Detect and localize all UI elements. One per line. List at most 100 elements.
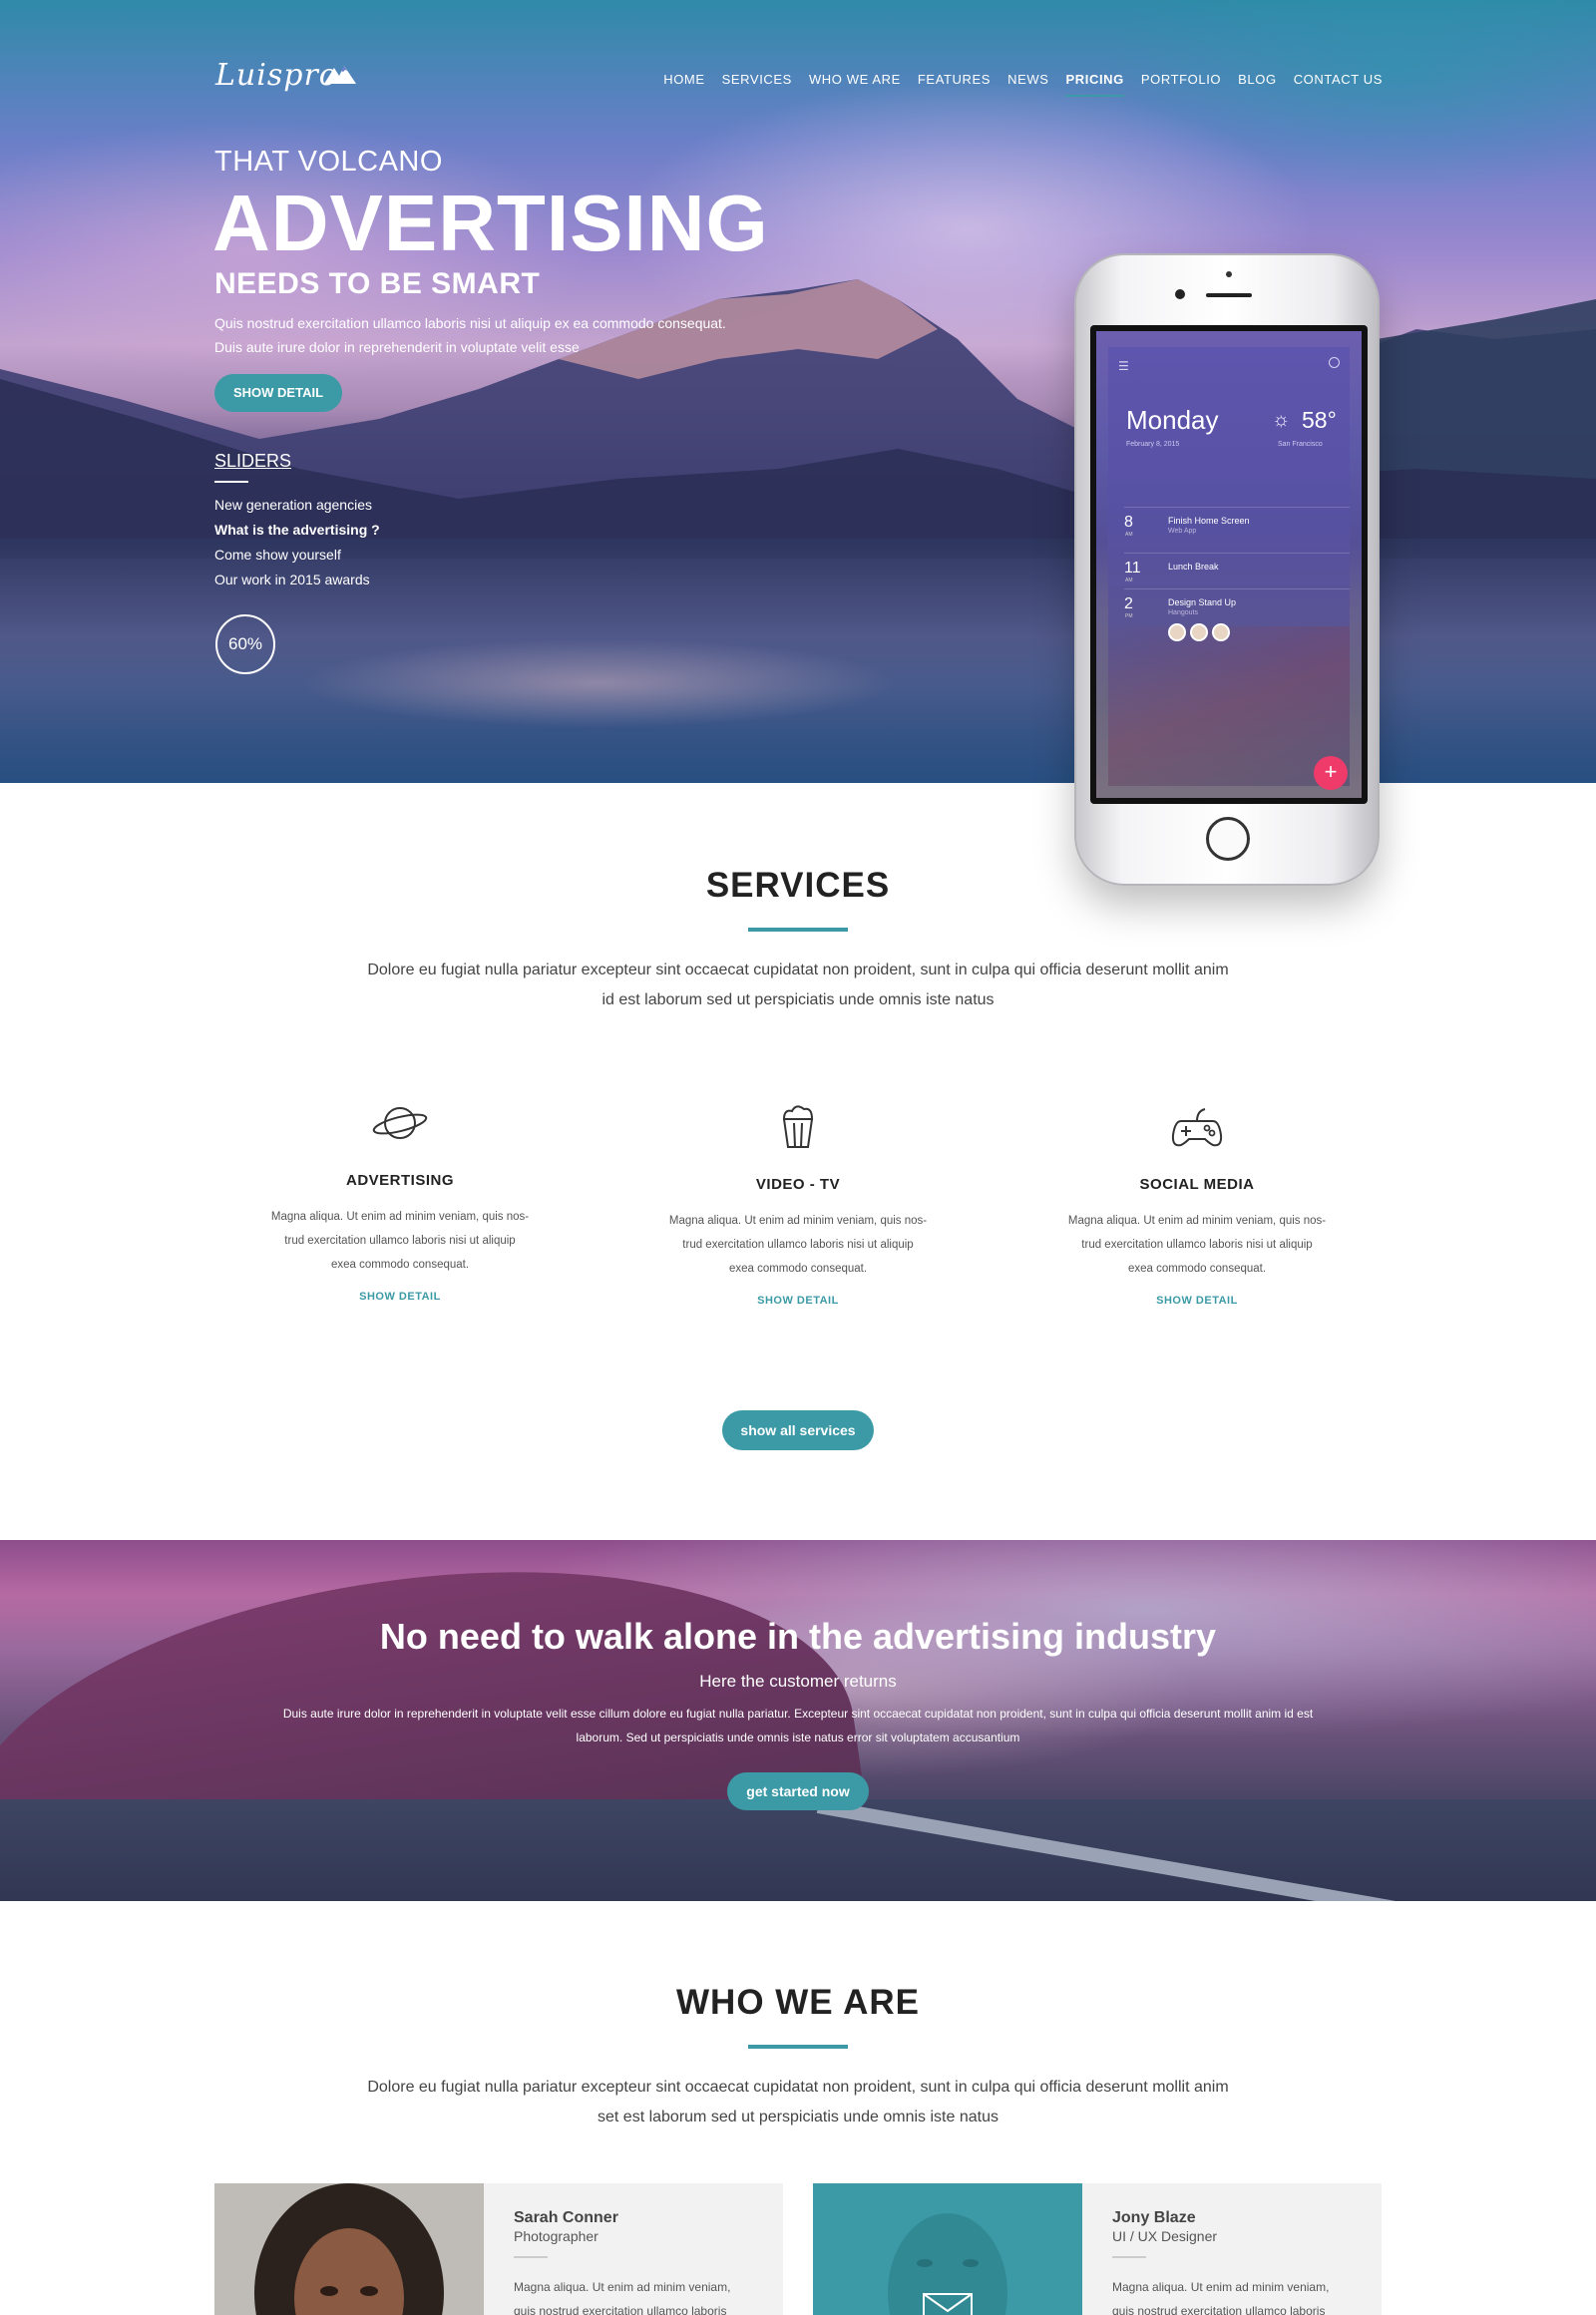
phone-camera [1175, 289, 1185, 299]
nav-features[interactable]: FEATURES [918, 72, 991, 97]
show-detail-button[interactable]: SHOW DETAIL [214, 374, 342, 412]
member-bio-line: quis nostrud exercitation ullamco labori… [1112, 2304, 1326, 2315]
member-bio-line: quis nostrud exercitation ullamco labori… [514, 2304, 727, 2315]
service-title: VIDEO - TV [755, 1176, 841, 1193]
team-card[interactable]: Jony Blaze UI / UX Designer Magna aliqua… [813, 2183, 1382, 2315]
services-text-line: id est laborum sed ut perspiciatis unde … [601, 991, 995, 1008]
banner-text-line: Duis aute irure dolor in reprehenderit i… [282, 1707, 1314, 1721]
title-underline [748, 2045, 848, 2049]
weather-date: February 8, 2015 [1126, 441, 1180, 448]
nav-blog[interactable]: BLOG [1238, 72, 1277, 97]
banner-text-line: laborum. Sed ut perspiciatis unde omnis … [576, 1731, 1020, 1744]
slider-list: New generation agencies What is the adve… [214, 493, 380, 592]
phone-screen: ☰ Monday February 8, 2015 ☼ 58° San Fran… [1090, 325, 1368, 804]
who-we-are-text: Dolore eu fugiat nulla pariatur excepteu… [319, 2073, 1277, 2132]
service-card-advertising: ADVERTISING Magna aliqua. Ut enim ad min… [240, 1097, 560, 1303]
phone-screen-content: ☰ Monday February 8, 2015 ☼ 58° San Fran… [1096, 331, 1362, 798]
service-text-line: Magna aliqua. Ut enim ad minim veniam, q… [668, 1215, 928, 1227]
mountain-icon [324, 66, 356, 84]
phone-mockup: ☰ Monday February 8, 2015 ☼ 58° San Fran… [1074, 253, 1380, 886]
service-text-line: exea commodo consequat. [728, 1263, 868, 1275]
banner-road [0, 1799, 1596, 1901]
service-card-video-tv: VIDEO - TV Magna aliqua. Ut enim ad mini… [638, 1101, 958, 1307]
avatar [1212, 623, 1230, 641]
avatar [1168, 623, 1186, 641]
service-text: Magna aliqua. Ut enim ad minim veniam, q… [240, 1205, 560, 1277]
add-button[interactable]: + [1314, 756, 1348, 790]
progress-circle: 60% [215, 614, 275, 674]
member-photo [214, 2183, 484, 2315]
get-started-button[interactable]: get started now [727, 1772, 869, 1810]
service-title: ADVERTISING [345, 1172, 454, 1189]
mail-icon[interactable] [923, 2293, 973, 2315]
weather-card: ☰ Monday February 8, 2015 ☼ 58° San Fran… [1108, 347, 1350, 790]
member-bio-line: Magna aliqua. Ut enim ad minim veniam, [514, 2280, 731, 2294]
phone-home-button [1206, 817, 1250, 861]
service-text-line: Magna aliqua. Ut enim ad minim veniam, q… [1067, 1215, 1327, 1227]
weather-city: San Francisco [1278, 441, 1323, 448]
slider-item-active[interactable]: What is the advertising ? [214, 518, 380, 543]
weather-temp: 58° [1302, 407, 1337, 433]
banner-subtitle: Here the customer returns [699, 1672, 897, 1691]
member-name: Jony Blaze [1112, 2209, 1196, 2226]
service-text-line: trud exercitation ullamco laboris nisi u… [682, 1239, 914, 1251]
service-text-line: exea commodo consequat. [1127, 1263, 1267, 1275]
service-text-line: exea commodo consequat. [330, 1259, 470, 1271]
service-title: SOCIAL MEDIA [1139, 1176, 1255, 1193]
member-role: Photographer [514, 2228, 598, 2244]
menu-icon: ☰ [1118, 359, 1129, 373]
show-all-services-button[interactable]: show all services [722, 1410, 874, 1450]
event-ampm: AM [1125, 532, 1133, 538]
slider-item[interactable]: Come show yourself [214, 543, 380, 568]
hero-text-line: Duis aute irure dolor in reprehenderit i… [214, 339, 580, 355]
planet-icon [372, 1107, 428, 1139]
nav-portfolio[interactable]: PORTFOLIO [1141, 72, 1221, 97]
divider [514, 2256, 548, 2258]
team-card[interactable]: Sarah Conner Photographer Magna aliqua. … [214, 2183, 783, 2315]
member-name: Sarah Conner [514, 2209, 618, 2226]
nav-pricing[interactable]: PRICING [1065, 72, 1125, 97]
show-detail-link[interactable]: SHOW DETAIL [1037, 1295, 1357, 1307]
services-text-line: Dolore eu fugiat nulla pariatur excepteu… [367, 962, 1229, 978]
hero-text: Quis nostrud exercitation ullamco labori… [214, 311, 813, 359]
event-row: 11 AM Lunch Break [1124, 553, 1350, 588]
hero-title: ADVERTISING [212, 179, 769, 267]
banner-text: Duis aute irure dolor in reprehenderit i… [214, 1702, 1382, 1749]
member-bio: Magna aliqua. Ut enim ad minim veniam, q… [514, 2275, 758, 2315]
who-text-line: Dolore eu fugiat nulla pariatur excepteu… [367, 2079, 1229, 2096]
event-title: Lunch Break [1168, 562, 1219, 572]
show-detail-link[interactable]: SHOW DETAIL [240, 1291, 560, 1303]
member-bio-line: Magna aliqua. Ut enim ad minim veniam, [1112, 2280, 1330, 2294]
slider-item[interactable]: New generation agencies [214, 493, 380, 518]
nav-home[interactable]: HOME [663, 72, 704, 97]
service-text: Magna aliqua. Ut enim ad minim veniam, q… [638, 1209, 958, 1281]
services-text: Dolore eu fugiat nulla pariatur excepteu… [319, 956, 1277, 1015]
nav-contact-us[interactable]: CONTACT US [1294, 72, 1383, 97]
divider [214, 481, 248, 483]
nav-news[interactable]: NEWS [1007, 72, 1048, 97]
services-title: SERVICES [705, 866, 891, 905]
event-ampm: AM [1125, 578, 1133, 583]
weather-day: Monday [1126, 405, 1219, 435]
event-hour: 2 [1124, 595, 1133, 612]
gamepad-icon [1171, 1108, 1223, 1147]
main-nav: HOME SERVICES WHO WE ARE FEATURES NEWS P… [663, 72, 1383, 97]
phone-speaker [1206, 293, 1252, 297]
slider-item[interactable]: Our work in 2015 awards [214, 568, 380, 592]
hero-subtitle: NEEDS TO BE SMART [214, 267, 541, 300]
divider [1112, 2256, 1146, 2258]
event-title: Finish Home Screen [1168, 516, 1250, 526]
popcorn-icon [782, 1105, 814, 1148]
nav-who-we-are[interactable]: WHO WE ARE [809, 72, 901, 97]
event-ampm: PM [1125, 613, 1133, 619]
event-sub: Hangouts [1168, 609, 1198, 616]
show-detail-link[interactable]: SHOW DETAIL [638, 1295, 958, 1307]
nav-services[interactable]: SERVICES [722, 72, 792, 97]
search-icon [1329, 357, 1340, 368]
title-underline [748, 928, 848, 932]
logo[interactable]: Luispro [215, 58, 338, 93]
service-text-line: trud exercitation ullamco laboris nisi u… [1081, 1239, 1313, 1251]
hero-text-line: Quis nostrud exercitation ullamco labori… [214, 315, 726, 331]
event-sub: Web App [1168, 528, 1197, 535]
sun-icon: ☼ [1272, 409, 1291, 431]
